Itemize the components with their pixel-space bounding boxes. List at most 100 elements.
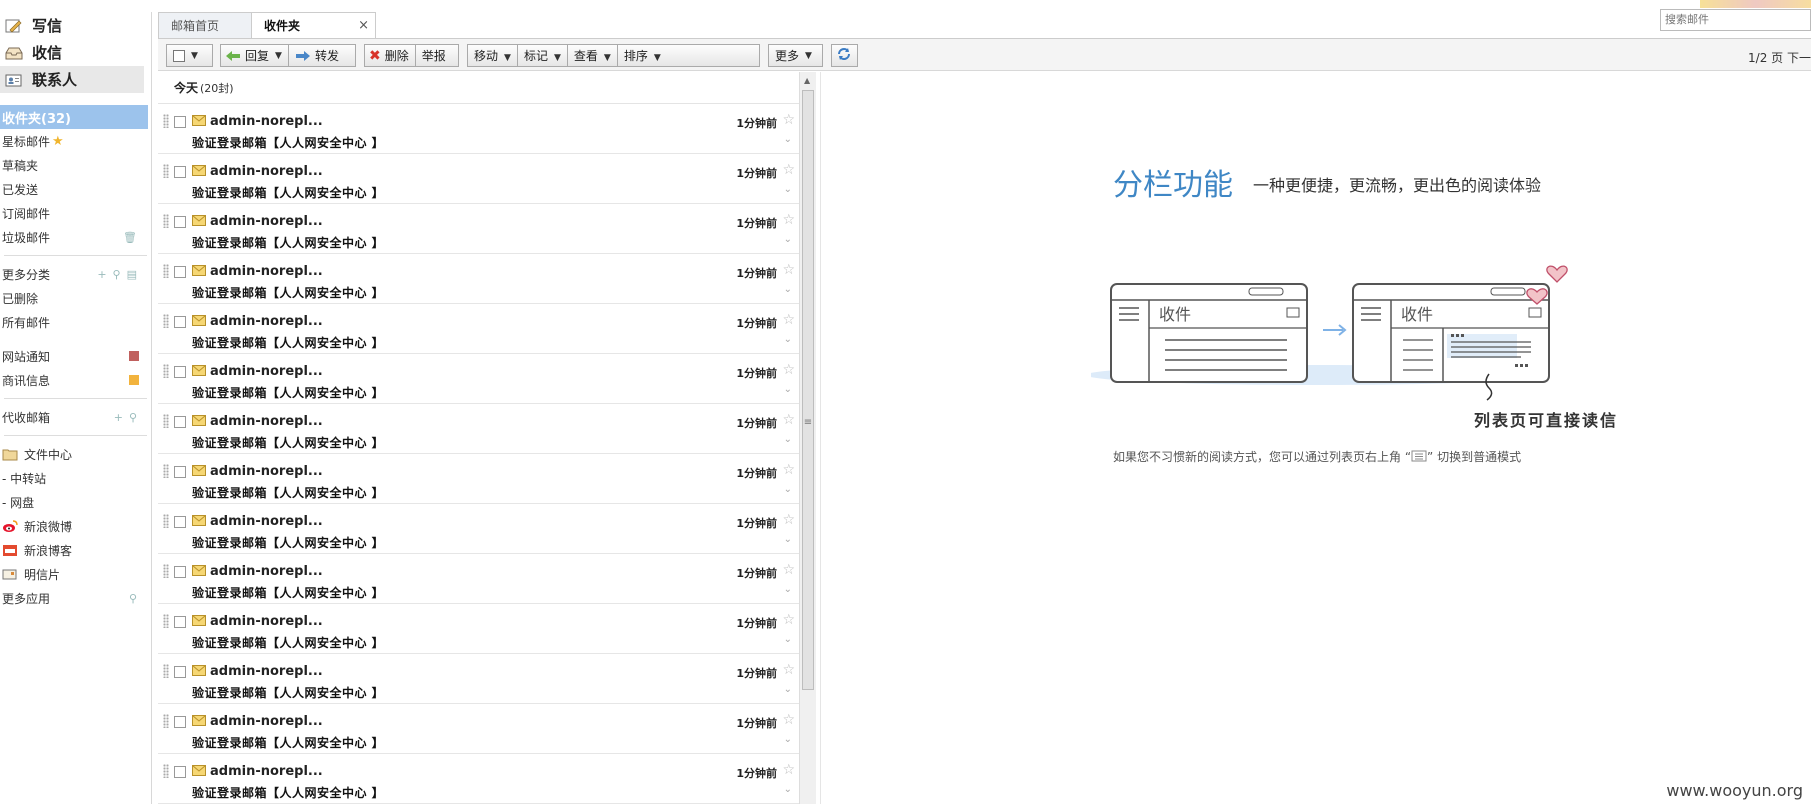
mail-row[interactable]: admin-norepl... 验证登录邮箱【人人网安全中心 】 1分钟前 ☆ ⌄ [158, 354, 799, 404]
drag-handle-icon[interactable] [163, 564, 169, 578]
mail-row[interactable]: admin-norepl... 验证登录邮箱【人人网安全中心 】 1分钟前 ☆ ⌄ [158, 454, 799, 504]
wrench-icon[interactable]: ⚲ [113, 268, 121, 281]
drag-handle-icon[interactable] [163, 614, 169, 628]
forward-button[interactable]: 转发 [315, 47, 339, 64]
chevron-down-icon[interactable]: ⌄ [784, 184, 792, 195]
splitter-grip-icon[interactable]: ≡ [803, 418, 813, 428]
chevron-down-icon[interactable]: ⌄ [784, 734, 792, 745]
drag-handle-icon[interactable] [163, 664, 169, 678]
search-input[interactable] [1660, 9, 1811, 31]
drag-handle-icon[interactable] [163, 764, 169, 778]
mail-row[interactable]: admin-norepl... 验证登录邮箱【人人网安全中心 】 1分钟前 ☆ ⌄ [158, 654, 799, 704]
mail-checkbox[interactable] [174, 766, 186, 778]
mail-checkbox[interactable] [174, 716, 186, 728]
folder-subscriptions[interactable]: 订阅邮件 [0, 201, 151, 225]
mail-row[interactable]: admin-norepl... 验证登录邮箱【人人网安全中心 】 1分钟前 ☆ ⌄ [158, 104, 799, 154]
select-all-dropdown[interactable]: ▼ [166, 44, 213, 67]
mail-row[interactable]: admin-norepl... 验证登录邮箱【人人网安全中心 】 1分钟前 ☆ ⌄ [158, 604, 799, 654]
mail-row[interactable]: admin-norepl... 验证登录邮箱【人人网安全中心 】 1分钟前 ☆ ⌄ [158, 254, 799, 304]
star-icon[interactable]: ☆ [782, 662, 795, 678]
mail-checkbox[interactable] [174, 466, 186, 478]
mail-row[interactable]: admin-norepl... 验证登录邮箱【人人网安全中心 】 1分钟前 ☆ ⌄ [158, 154, 799, 204]
star-icon[interactable]: ☆ [782, 162, 795, 178]
mail-checkbox[interactable] [174, 116, 186, 128]
drag-handle-icon[interactable] [163, 414, 169, 428]
app-postcard[interactable]: 明信片 [0, 562, 151, 586]
folder-starred[interactable]: 星标邮件 ★ [0, 129, 151, 153]
folder-inbox[interactable]: 收件夹(32) [0, 105, 148, 129]
sort-menu[interactable]: 排序 ▼ [618, 47, 667, 64]
wrench-icon[interactable]: ⚲ [129, 592, 137, 605]
mark-menu[interactable]: 标记 ▼ [518, 47, 567, 64]
folder-deleted[interactable]: 已删除 [0, 286, 151, 310]
chevron-down-icon[interactable]: ⌄ [784, 684, 792, 695]
refresh-button[interactable] [831, 44, 858, 67]
mail-checkbox[interactable] [174, 666, 186, 678]
drag-handle-icon[interactable] [163, 164, 169, 178]
star-icon[interactable]: ☆ [782, 312, 795, 328]
star-icon[interactable]: ☆ [782, 462, 795, 478]
chevron-down-icon[interactable]: ⌄ [784, 134, 792, 145]
list-scrollbar[interactable]: ▲ ≡ [799, 72, 816, 804]
star-icon[interactable]: ☆ [782, 762, 795, 778]
folder-drafts[interactable]: 草稿夹 [0, 153, 151, 177]
chevron-down-icon[interactable]: ⌄ [784, 334, 792, 345]
mail-row[interactable]: admin-norepl... 验证登录邮箱【人人网安全中心 】 1分钟前 ☆ ⌄ [158, 554, 799, 604]
mail-checkbox[interactable] [174, 616, 186, 628]
star-icon[interactable]: ☆ [782, 512, 795, 528]
mail-checkbox[interactable] [174, 366, 186, 378]
mail-checkbox[interactable] [174, 416, 186, 428]
chevron-down-icon[interactable]: ▼ [275, 51, 282, 61]
mail-row[interactable]: admin-norepl... 验证登录邮箱【人人网安全中心 】 1分钟前 ☆ ⌄ [158, 504, 799, 554]
pagination[interactable]: 1/2 页 下一 [1748, 49, 1811, 66]
drag-handle-icon[interactable] [163, 514, 169, 528]
scrollbar-thumb[interactable] [802, 90, 814, 690]
mail-checkbox[interactable] [174, 566, 186, 578]
folder-all-mail[interactable]: 所有邮件 [0, 310, 151, 334]
drag-handle-icon[interactable] [163, 214, 169, 228]
view-menu[interactable]: 查看 ▼ [568, 47, 617, 64]
contacts-action[interactable]: 联系人 [0, 66, 144, 93]
chevron-down-icon[interactable]: ⌄ [784, 784, 792, 795]
chevron-down-icon[interactable]: ⌄ [784, 384, 792, 395]
more-menu[interactable]: 更多 ▼ [768, 44, 823, 67]
star-icon[interactable]: ☆ [782, 212, 795, 228]
mail-checkbox[interactable] [174, 316, 186, 328]
drag-handle-icon[interactable] [163, 464, 169, 478]
tag-business-info[interactable]: 商讯信息 [0, 368, 151, 392]
star-icon[interactable]: ☆ [782, 362, 795, 378]
mail-row[interactable]: admin-norepl... 验证登录邮箱【人人网安全中心 】 1分钟前 ☆ ⌄ [158, 704, 799, 754]
app-sina-weibo[interactable]: 新浪微博 [0, 514, 151, 538]
drag-handle-icon[interactable] [163, 264, 169, 278]
mail-checkbox[interactable] [174, 516, 186, 528]
drag-handle-icon[interactable] [163, 714, 169, 728]
mail-row[interactable]: admin-norepl... 验证登录邮箱【人人网安全中心 】 1分钟前 ☆ ⌄ [158, 754, 799, 804]
mail-checkbox[interactable] [174, 266, 186, 278]
plus-icon[interactable]: + [114, 411, 123, 424]
app-netdisk[interactable]: - 网盘 [0, 490, 151, 514]
chevron-down-icon[interactable]: ⌄ [784, 634, 792, 645]
drag-handle-icon[interactable] [163, 364, 169, 378]
folder-sent[interactable]: 已发送 [0, 177, 151, 201]
proxy-mailbox[interactable]: 代收邮箱 + ⚲ [0, 405, 151, 429]
tag-site-notice[interactable]: 网站通知 [0, 344, 151, 368]
compose-action[interactable]: 写信 [0, 12, 151, 39]
more-apps[interactable]: 更多应用 ⚲ [0, 586, 151, 610]
chevron-down-icon[interactable]: ⌄ [784, 434, 792, 445]
app-sina-blog[interactable]: 新浪博客 [0, 538, 151, 562]
chevron-down-icon[interactable]: ⌄ [784, 234, 792, 245]
delete-button[interactable]: 删除 [385, 47, 409, 64]
chevron-down-icon[interactable]: ⌄ [784, 484, 792, 495]
star-icon[interactable]: ☆ [782, 262, 795, 278]
app-transfer-station[interactable]: - 中转站 [0, 466, 151, 490]
scroll-up-icon[interactable]: ▲ [804, 76, 810, 85]
tab-mail-home[interactable]: 邮箱首页 [158, 12, 252, 38]
drag-handle-icon[interactable] [163, 314, 169, 328]
trash-icon[interactable]: 🗑 [123, 231, 137, 244]
reply-button[interactable]: 回复 [245, 47, 269, 64]
plus-icon[interactable]: + [97, 268, 106, 281]
mail-row[interactable]: admin-norepl... 验证登录邮箱【人人网安全中心 】 1分钟前 ☆ ⌄ [158, 304, 799, 354]
chevron-down-icon[interactable]: ⌄ [784, 534, 792, 545]
tab-inbox[interactable]: 收件夹 × [251, 12, 376, 38]
folder-spam[interactable]: 垃圾邮件 🗑 [0, 225, 151, 249]
